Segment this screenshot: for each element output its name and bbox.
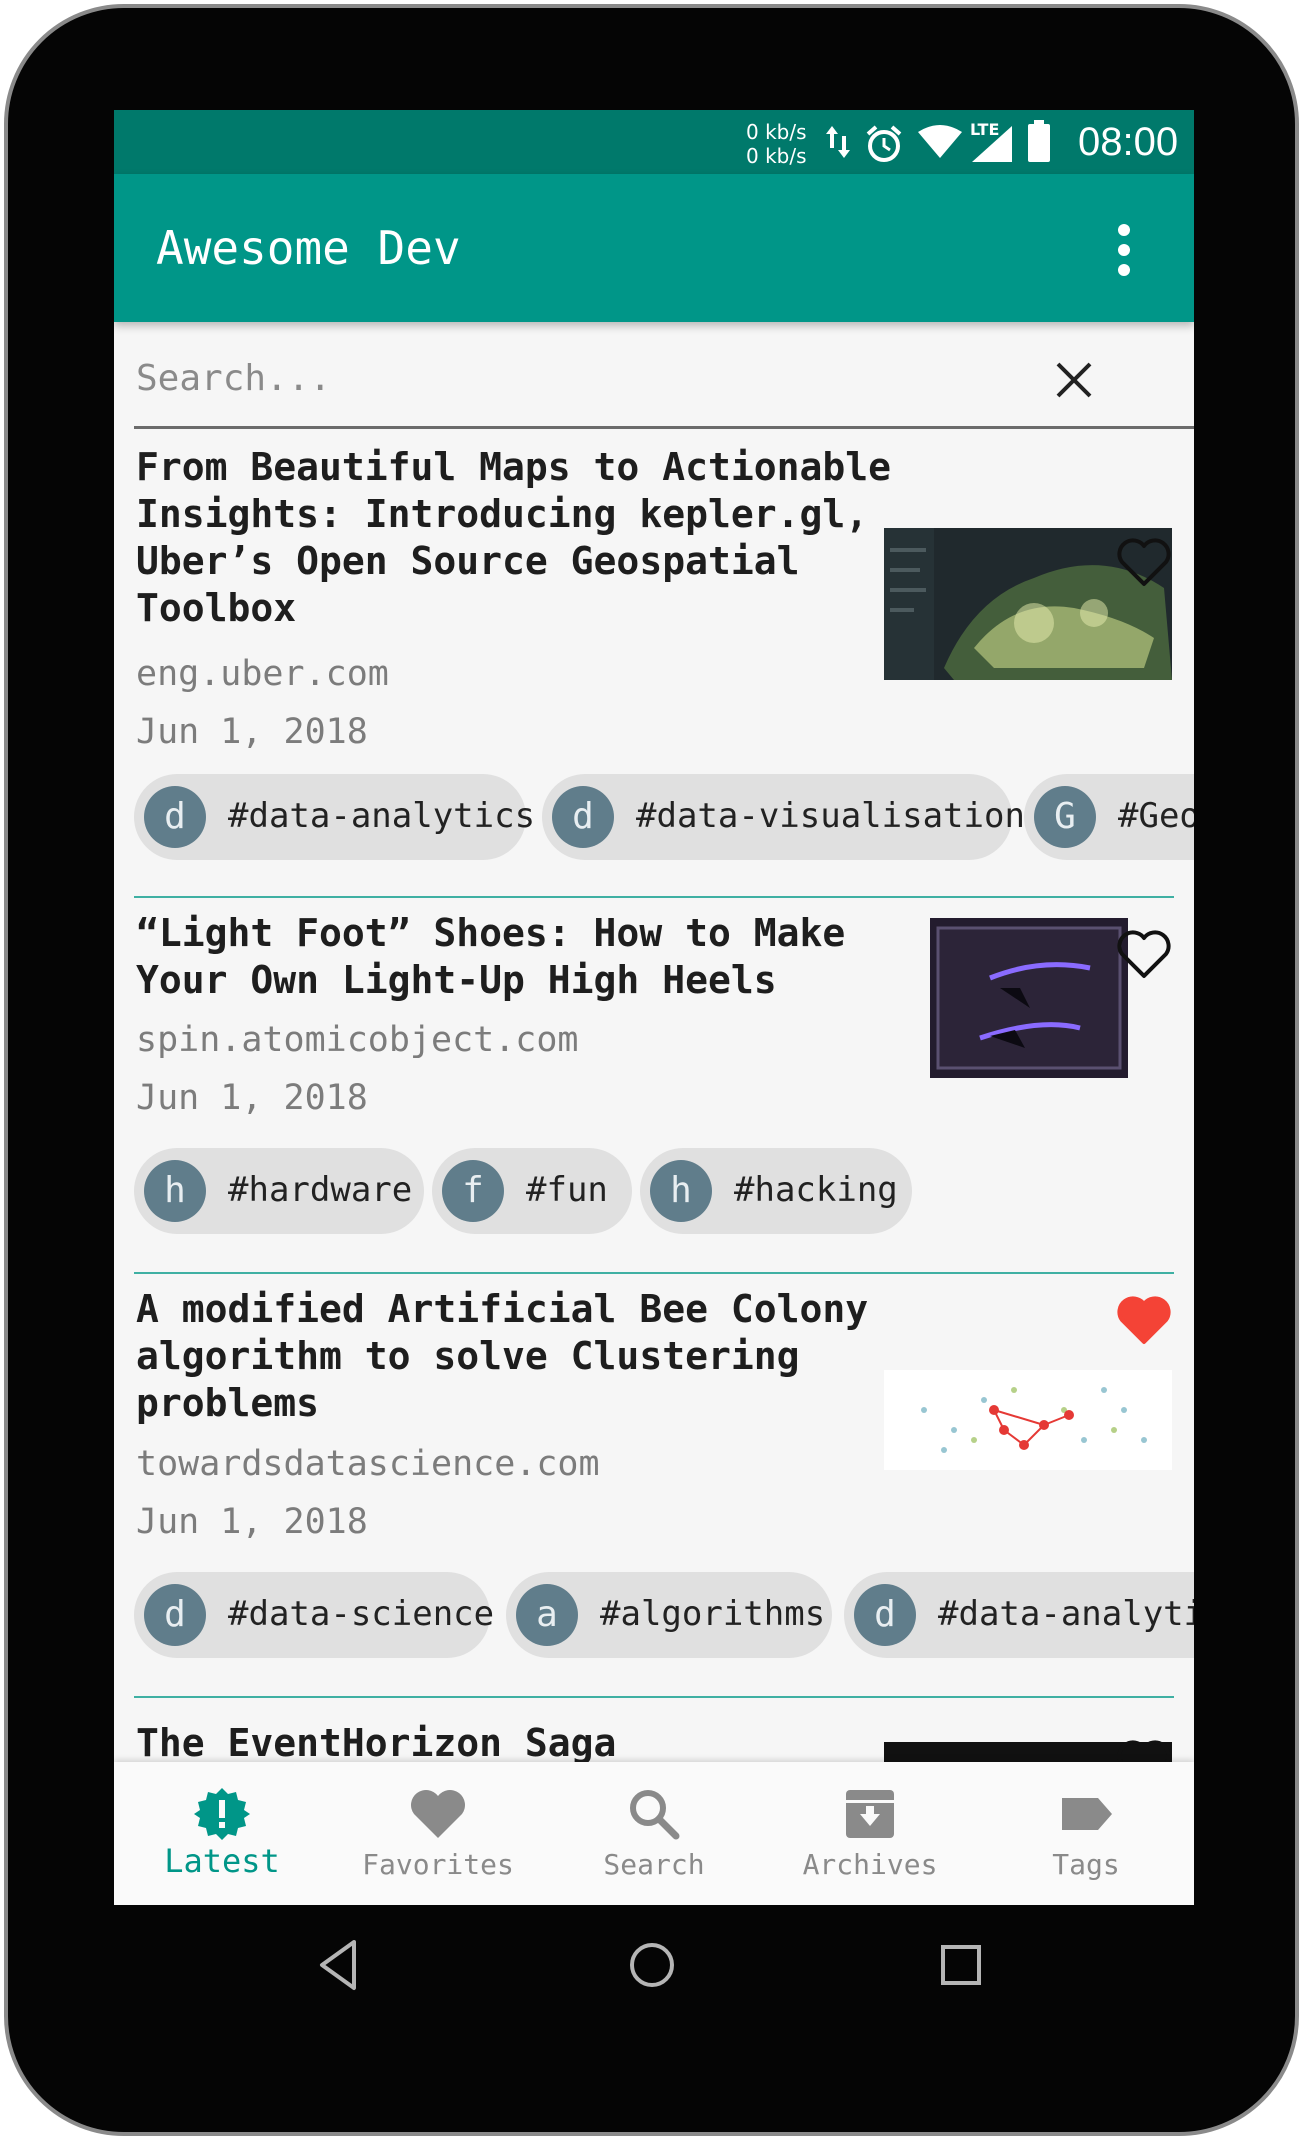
favorite-heart-icon[interactable] (1116, 928, 1172, 980)
article-title[interactable]: “Light Foot” Shoes: How to Make Your Own… (136, 910, 896, 1004)
tag-label: #algorithms (600, 1594, 826, 1634)
tag-chip[interactable]: f #fun (432, 1148, 632, 1234)
tag-icon (1062, 1798, 1112, 1830)
article-title[interactable]: The EventHorizon Saga (136, 1720, 896, 1762)
article-source: eng.uber.com (136, 654, 389, 694)
article-divider (134, 1272, 1174, 1274)
tag-avatar: f (442, 1160, 504, 1222)
search-underline (134, 426, 1194, 429)
tag-label: #fun (526, 1170, 608, 1210)
favorite-heart-icon[interactable] (1116, 1294, 1172, 1346)
home-icon[interactable] (617, 1930, 687, 2000)
tag-avatar: h (144, 1160, 206, 1222)
shoes-thumbnail-image (930, 918, 1128, 1078)
tag-chip[interactable]: d #data-analytics (134, 774, 535, 860)
tag-avatar: h (650, 1160, 712, 1222)
nav-item-tags[interactable]: Tags (978, 1762, 1194, 1905)
data-arrows-icon (826, 126, 850, 158)
battery-icon (1028, 120, 1050, 162)
nav-item-archives[interactable]: Archives (762, 1762, 978, 1905)
tag-chip[interactable]: h #hardware (134, 1148, 424, 1234)
speed-down-text: 0 kb/s (746, 144, 807, 168)
article-source: spin.atomicobject.com (136, 1020, 579, 1060)
status-bar: 0 kb/s 0 kb/s LTE 08:00 (114, 110, 1194, 174)
system-navigation-bar (0, 1910, 1304, 2020)
favorite-heart-icon[interactable] (1116, 536, 1172, 588)
article-list[interactable]: From Beautiful Maps to Actionable Insigh… (114, 432, 1194, 1762)
clock: 08:00 (1078, 120, 1179, 164)
article-title[interactable]: From Beautiful Maps to Actionable Insigh… (136, 444, 896, 632)
more-vert-icon[interactable] (1104, 220, 1144, 280)
article-date: Jun 1, 2018 (136, 712, 368, 752)
nav-label: Search (603, 1848, 705, 1881)
article-source: towardsdatascience.com (136, 1444, 600, 1484)
tag-label: #data-analytic (938, 1594, 1194, 1634)
tag-label: #data-visualisation (636, 796, 1025, 836)
tag-label: #hardware (228, 1170, 413, 1210)
search-icon (630, 1790, 680, 1840)
search-bar (114, 322, 1194, 432)
nav-label: Latest (164, 1842, 280, 1880)
signal-icon (972, 126, 1012, 162)
bottom-navigation: Latest Favorites Search Archives Tags (114, 1762, 1194, 1905)
article-thumbnail[interactable] (884, 1370, 1172, 1470)
tag-label: #Geo (1118, 796, 1194, 836)
article-divider (134, 1696, 1174, 1698)
article-date: Jun 1, 2018 (136, 1502, 368, 1542)
nav-item-search[interactable]: Search (546, 1762, 762, 1905)
tag-label: #hacking (734, 1170, 898, 1210)
tag-avatar: d (144, 1584, 206, 1646)
nav-label: Favorites (362, 1848, 514, 1881)
close-icon[interactable] (1054, 360, 1094, 400)
tag-chip[interactable]: a #algorithms (506, 1572, 832, 1658)
tag-avatar: d (144, 786, 206, 848)
search-input[interactable] (136, 348, 1036, 408)
tag-chip[interactable]: d #data-analytic (844, 1572, 1194, 1658)
alert-badge-icon (194, 1788, 250, 1840)
tag-chip[interactable]: G #Geo (1024, 774, 1194, 860)
tag-avatar: d (552, 786, 614, 848)
speed-up-text: 0 kb/s (746, 120, 807, 144)
tag-avatar: G (1034, 786, 1096, 848)
back-icon[interactable] (304, 1930, 374, 2000)
heart-icon (411, 1790, 465, 1838)
app-title: Awesome Dev (156, 221, 461, 275)
tag-chip[interactable]: h #hacking (640, 1148, 912, 1234)
archive-icon (846, 1790, 894, 1838)
tag-chip[interactable]: d #data-visualisation (542, 774, 1025, 860)
nav-item-latest[interactable]: Latest (114, 1762, 330, 1905)
tag-label: #data-science (228, 1594, 495, 1634)
cluster-thumbnail-image (884, 1370, 1172, 1470)
tag-avatar: d (854, 1584, 916, 1646)
article-divider (134, 896, 1174, 898)
tag-label: #data-analytics (228, 796, 536, 836)
network-speed: 0 kb/s 0 kb/s (746, 120, 807, 168)
tag-chip[interactable]: d #data-science (134, 1572, 494, 1658)
article-date: Jun 1, 2018 (136, 1078, 368, 1118)
nav-label: Archives (802, 1848, 938, 1881)
nav-label: Tags (1052, 1848, 1120, 1881)
alarm-icon (866, 125, 902, 162)
app-screen: 0 kb/s 0 kb/s LTE 08:00 Awesome Dev Sear… (114, 110, 1194, 1905)
nav-item-favorites[interactable]: Favorites (330, 1762, 546, 1905)
wifi-icon (918, 125, 962, 158)
tag-avatar: a (516, 1584, 578, 1646)
article-thumbnail[interactable] (930, 918, 1128, 1078)
app-bar: Awesome Dev (114, 174, 1194, 322)
favorite-heart-icon[interactable] (1116, 1738, 1172, 1762)
article-title[interactable]: A modified Artificial Bee Colony algorit… (136, 1286, 876, 1427)
recents-icon[interactable] (926, 1930, 996, 2000)
